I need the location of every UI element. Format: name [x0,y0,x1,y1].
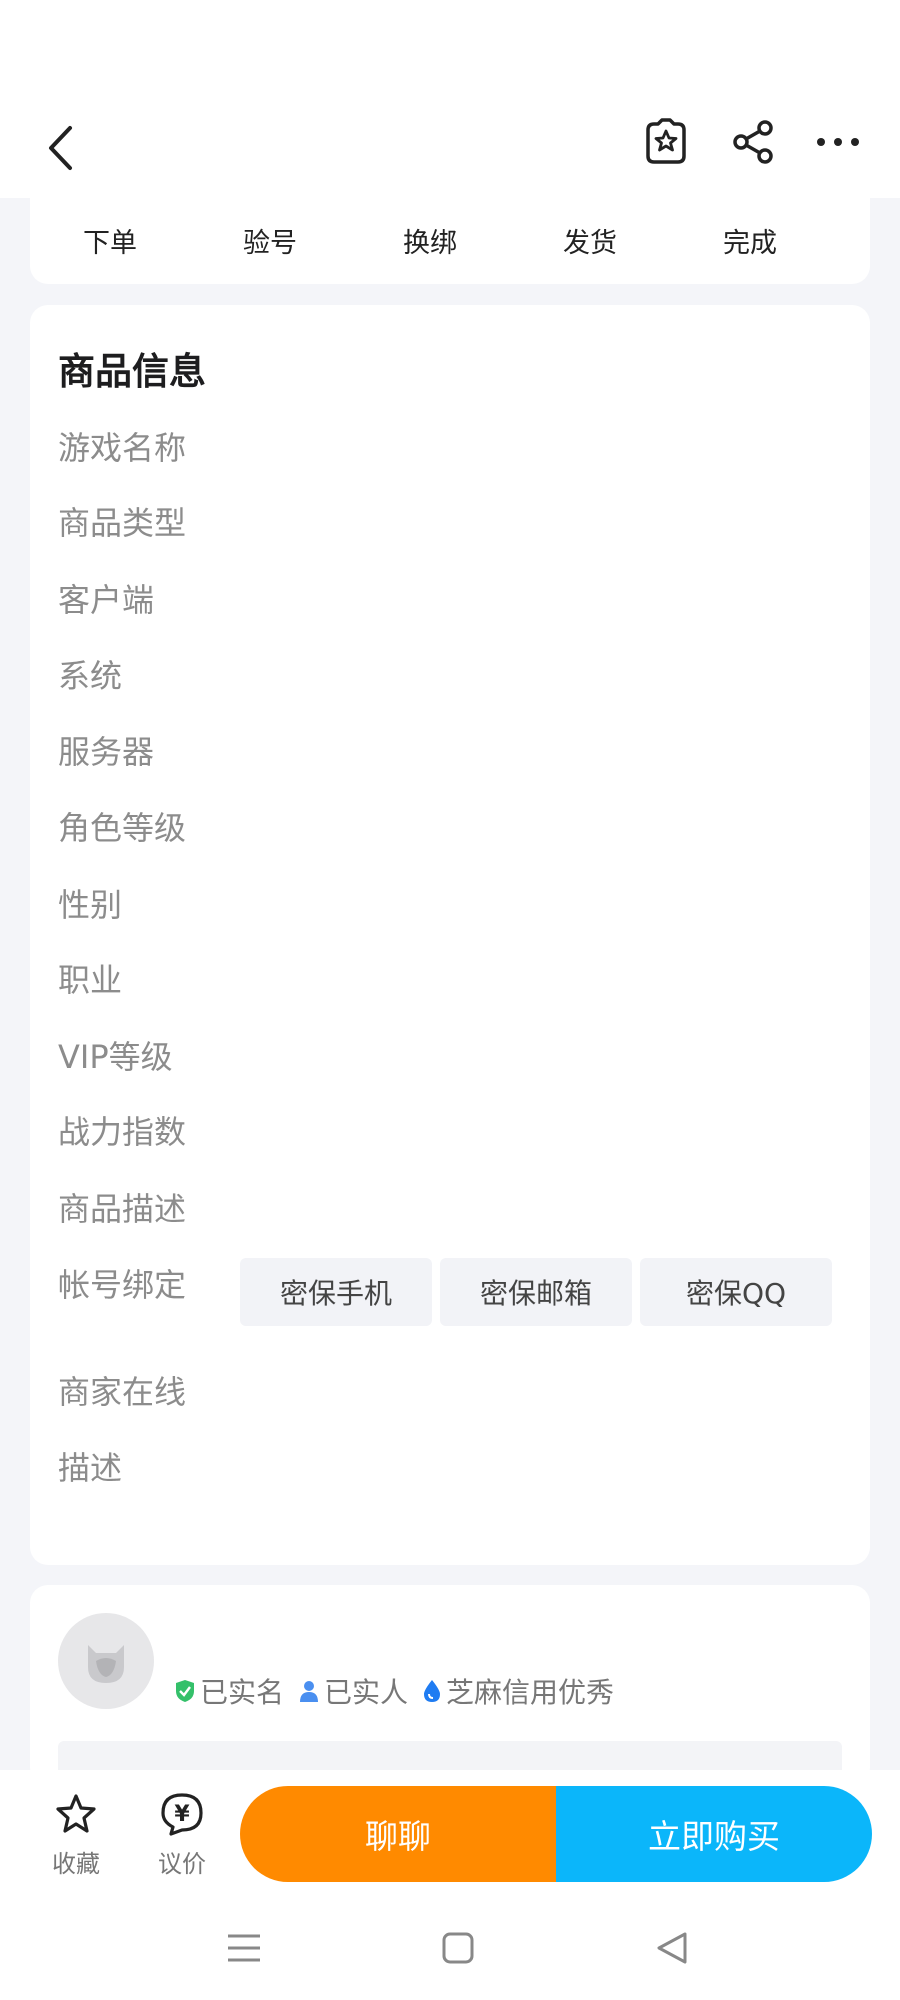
badge-real-name-text: 已实名 [200,1676,285,1709]
system-navigation-bar [0,1890,900,2000]
step-complete: 完成 [723,227,777,259]
bottom-action-bar: 收藏 ¥ 议价 聊聊 立即购买 [0,1770,900,1890]
row-label-merchant-online: 商家在线 [58,1373,187,1411]
person-icon [300,1681,319,1702]
chat-button[interactable]: 聊聊 [240,1786,556,1882]
step-deliver: 发货 [563,227,617,259]
product-info-card: 商品信息 游戏名称 商品类型 客户端 系统 服务器 角色等级 性别 职业 VIP… [30,305,870,1565]
step-order: 下单 [83,227,137,259]
svg-text:¥: ¥ [174,1802,190,1827]
badge-sesame-credit: 芝麻信用优秀 [422,1671,614,1711]
menu-icon[interactable] [218,1928,270,1968]
drop-icon [424,1680,441,1702]
bargain-label: 议价 [158,1850,206,1878]
binding-tag-email: 密保邮箱 [440,1258,632,1326]
top-navigation-bar [0,100,900,198]
bargain-icon: ¥ [161,1793,203,1836]
row-label-gender: 性别 [58,886,123,924]
badge-real-person-text: 已实人 [324,1676,409,1709]
back-triangle-icon[interactable] [646,1926,698,1970]
seller-card: 已实名 已实人 芝麻信用优秀 [30,1585,870,1785]
seller-badges: 已实名 已实人 芝麻信用优秀 [174,1671,614,1711]
binding-tag-phone: 密保手机 [240,1258,432,1326]
row-label-system: 系统 [58,657,123,695]
row-label-power-index: 战力指数 [58,1113,187,1151]
avatar[interactable] [58,1613,154,1709]
order-steps: 下单 验号 换绑 发货 完成 [30,196,870,284]
row-label-description: 描述 [58,1449,123,1487]
buy-now-button[interactable]: 立即购买 [556,1786,872,1882]
row-label-role-level: 角色等级 [58,809,187,847]
star-icon [56,1794,96,1833]
badge-real-person: 已实人 [298,1671,408,1711]
row-label-game-name: 游戏名称 [58,429,187,467]
row-label-product-type: 商品类型 [58,504,187,542]
section-title: 商品信息 [58,350,206,393]
step-verify: 验号 [243,227,297,259]
share-icon[interactable] [726,114,782,170]
row-label-account-binding: 帐号绑定 [58,1266,187,1304]
badge-real-name: 已实名 [174,1671,284,1711]
more-dots-icon[interactable] [810,114,866,170]
avatar-cat-icon [88,1645,124,1683]
step-rebind: 换绑 [403,227,457,259]
row-label-product-desc: 商品描述 [58,1190,187,1228]
chevron-left-icon[interactable] [36,120,86,176]
status-area [0,0,900,100]
row-label-profession: 职业 [58,961,123,999]
star-badge-icon[interactable] [638,114,694,170]
row-label-server: 服务器 [58,733,155,771]
home-square-icon[interactable] [432,1926,484,1970]
row-label-vip-level: VIP等级 [58,1038,173,1076]
binding-tag-qq: 密保QQ [640,1258,832,1326]
favorite-button[interactable]: 收藏 [52,1792,100,1879]
row-label-client: 客户端 [58,581,155,619]
badge-sesame-credit-text: 芝麻信用优秀 [446,1676,615,1709]
bargain-button[interactable]: ¥ 议价 [158,1792,206,1879]
favorite-label: 收藏 [52,1850,100,1878]
verified-shield-icon [176,1680,194,1702]
